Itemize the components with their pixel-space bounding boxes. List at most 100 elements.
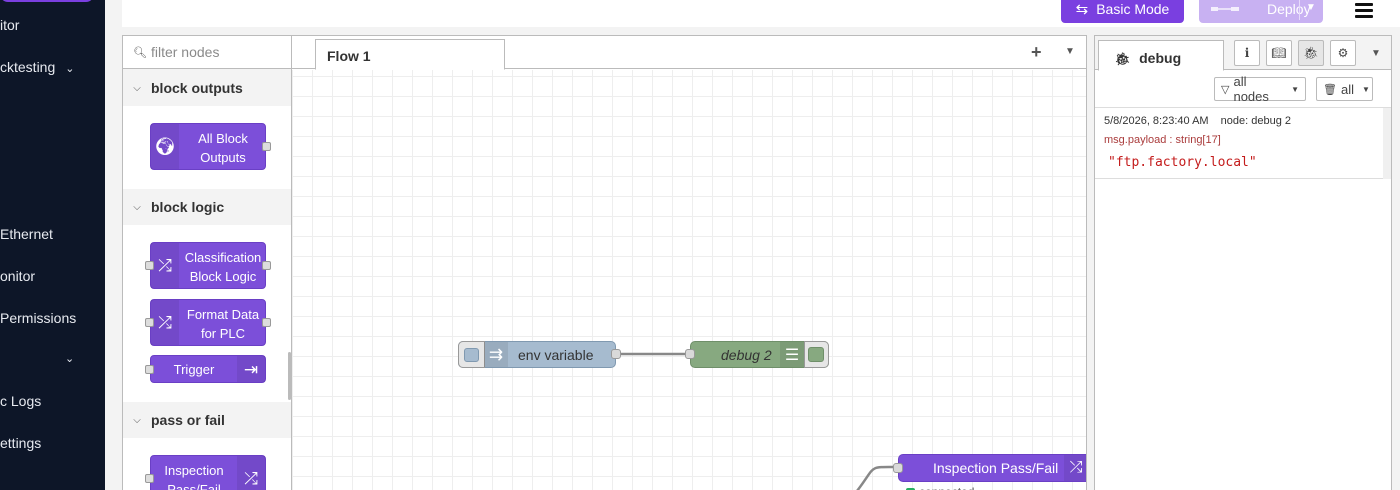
shuffle-icon: ⤮ — [151, 243, 179, 288]
hamburger-menu-icon[interactable] — [1352, 0, 1376, 22]
list-icon: ☰ — [780, 342, 804, 367]
input-port[interactable] — [685, 349, 695, 359]
node-label: Trigger — [173, 362, 215, 377]
chevron-down-icon: ⌄ — [65, 353, 75, 365]
chevron-down-icon: ⌵ — [133, 82, 141, 94]
category-header-block-outputs[interactable]: ⌵ block outputs — [123, 70, 291, 106]
flow-workspace: Flow 1 + ▼ ⇉ env variable debug 2 ☰ Insp… — [292, 35, 1087, 490]
nav-item-ethernet[interactable]: Ethernet — [0, 226, 53, 242]
node-label: for PLC — [200, 326, 246, 341]
node-label: Pass/Fail — [167, 482, 221, 490]
basic-mode-button[interactable]: ⇆ Basic Mode — [1061, 0, 1184, 23]
caret-down-icon[interactable]: ▼ — [1306, 2, 1316, 13]
debug-toggle-button[interactable] — [804, 341, 829, 368]
caret-down-icon: ▼ — [1291, 84, 1299, 94]
input-port[interactable] — [893, 463, 903, 473]
nav-item-monitor[interactable]: itor — [0, 17, 19, 33]
nav-item-settings[interactable]: ettings — [0, 435, 41, 451]
nav-item-label: onitor — [0, 268, 36, 284]
category-body-pass-or-fail: Inspection Pass/Fail ⤮ — [123, 438, 291, 490]
node-label: Classification — [184, 250, 262, 265]
input-port[interactable] — [145, 474, 154, 483]
deploy-separator — [1299, 0, 1300, 20]
palette-node-inspection-pass-fail[interactable]: Inspection Pass/Fail ⤮ — [145, 455, 266, 490]
debug-toggle-fill — [808, 347, 824, 362]
flow-node-inspection-pass-fail[interactable]: Inspection Pass/Fail ⤮ — [893, 454, 1086, 482]
palette-node-classification-block-logic[interactable]: ⤮ Classification Block Logic — [145, 242, 271, 289]
debug-message[interactable]: 5/8/2026, 8:23:40 AM node: debug 2 msg.p… — [1095, 108, 1385, 179]
flow-node-debug-2[interactable]: debug 2 ☰ — [685, 341, 829, 368]
node-label: Format Data — [186, 307, 260, 322]
node-red-editor: itor cktesting ⌄ Ethernet onitor Permissi… — [0, 0, 1400, 490]
input-port[interactable] — [145, 365, 154, 374]
nav-item-monitor-2[interactable]: onitor — [0, 268, 35, 284]
input-port[interactable] — [145, 318, 154, 327]
message-meta: 5/8/2026, 8:23:40 AM node: debug 2 — [1104, 115, 1291, 127]
shuffle-icon: ⤮ — [151, 300, 179, 345]
category-header-pass-or-fail[interactable]: ⌵ pass or fail — [123, 402, 291, 438]
wire[interactable] — [856, 465, 899, 490]
info-icon[interactable]: i — [1234, 40, 1260, 66]
node-label: Block Logic — [189, 269, 257, 284]
bug-icon: 🐞︎ — [1115, 52, 1131, 66]
nav-item-expand[interactable]: ⌄ — [65, 349, 74, 365]
palette-node-format-data-for-plc[interactable]: ⤮ Format Data for PLC — [145, 299, 271, 346]
select-label: all nodes — [1233, 74, 1269, 104]
flow-canvas[interactable]: ⇉ env variable debug 2 ☰ Inspection Pass… — [292, 70, 1086, 490]
book-icon[interactable]: 📖︎ — [1266, 40, 1292, 66]
plus-icon[interactable]: + — [1031, 42, 1042, 63]
output-port[interactable] — [262, 261, 271, 270]
sign-out-icon: ⇥ — [237, 356, 265, 382]
nav-item-permissions[interactable]: Permissions — [0, 310, 76, 326]
palette-node-trigger[interactable]: Trigger ⇥ — [145, 355, 266, 383]
deploy-button[interactable]: Deploy ▼ — [1199, 0, 1323, 23]
bug-icon[interactable]: 🐞︎ — [1298, 40, 1324, 66]
tab-debug[interactable]: 🐞︎ debug — [1098, 40, 1224, 71]
filter-nodes-input[interactable] — [150, 44, 281, 60]
output-port[interactable] — [611, 349, 621, 359]
category-body-block-logic: ⤮ Classification Block Logic ⤮ Format Da… — [123, 225, 291, 404]
output-port[interactable] — [262, 318, 271, 327]
category-title: block logic — [151, 199, 225, 215]
node-label: debug 2 — [721, 346, 772, 363]
sidebar-scrollbar[interactable] — [1383, 108, 1391, 179]
message-value[interactable]: "ftp.factory.local" — [1108, 155, 1257, 170]
nav-item-logs[interactable]: c Logs — [0, 393, 41, 409]
clear-messages-select[interactable]: 🗑︎ all ▼ — [1316, 77, 1373, 101]
nav-item-backtesting[interactable]: cktesting ⌄ — [0, 59, 74, 75]
tab-label: Flow 1 — [327, 48, 371, 64]
message-node-link[interactable]: node: debug 2 — [1221, 115, 1291, 127]
category-header-block-logic[interactable]: ⌵ block logic — [123, 189, 291, 225]
message-timestamp: 5/8/2026, 8:23:40 AM — [1104, 115, 1209, 127]
basic-mode-label: Basic Mode — [1096, 0, 1170, 17]
debug-filter-bar: ▽ all nodes ▼ 🗑︎ all ▼ — [1095, 71, 1391, 108]
caret-down-icon[interactable]: ▼ — [1065, 46, 1075, 57]
palette-node-all-block-outputs[interactable]: 🌍︎ All Block Outputs — [150, 123, 271, 170]
palette-scrollbar[interactable] — [288, 352, 291, 400]
node-label: Inspection Pass/Fail — [933, 460, 1059, 476]
gear-icon[interactable]: ⚙ — [1330, 40, 1356, 66]
inject-button[interactable] — [458, 341, 485, 368]
swap-icon: ⇆ — [1075, 0, 1089, 18]
node-status: connected — [906, 485, 974, 490]
wires — [615, 352, 899, 490]
tab-flow-1[interactable]: Flow 1 — [315, 39, 505, 70]
filter-nodes-select[interactable]: ▽ all nodes ▼ — [1214, 74, 1306, 104]
globe-icon: 🌍︎ — [151, 124, 179, 169]
output-port[interactable] — [262, 142, 271, 151]
caret-down-icon[interactable]: ▼ — [1371, 48, 1381, 59]
select-label: all — [1340, 81, 1354, 97]
nav-item-label: ettings — [0, 435, 42, 451]
debug-sidebar: 🐞︎ debug i 📖︎ 🐞︎ ⚙ ▼ ▽ all nodes ▼ 🗑︎ al… — [1094, 35, 1392, 490]
flow-node-env-variable[interactable]: ⇉ env variable — [458, 341, 621, 368]
caret-down-icon: ▼ — [1361, 84, 1370, 94]
node-label: env variable — [518, 346, 594, 363]
deploy-icon — [1211, 6, 1239, 11]
node-palette: 🔍︎ ⌵ block outputs 🌍︎ All Block Outputs … — [122, 35, 292, 490]
category-title: block outputs — [151, 80, 243, 96]
message-topic: msg.payload : string[17] — [1104, 134, 1221, 146]
node-label: All Block — [198, 131, 248, 146]
nav-item-label: Permissions — [0, 310, 77, 326]
trash-icon: 🗑︎ — [1323, 83, 1337, 96]
input-port[interactable] — [145, 261, 154, 270]
